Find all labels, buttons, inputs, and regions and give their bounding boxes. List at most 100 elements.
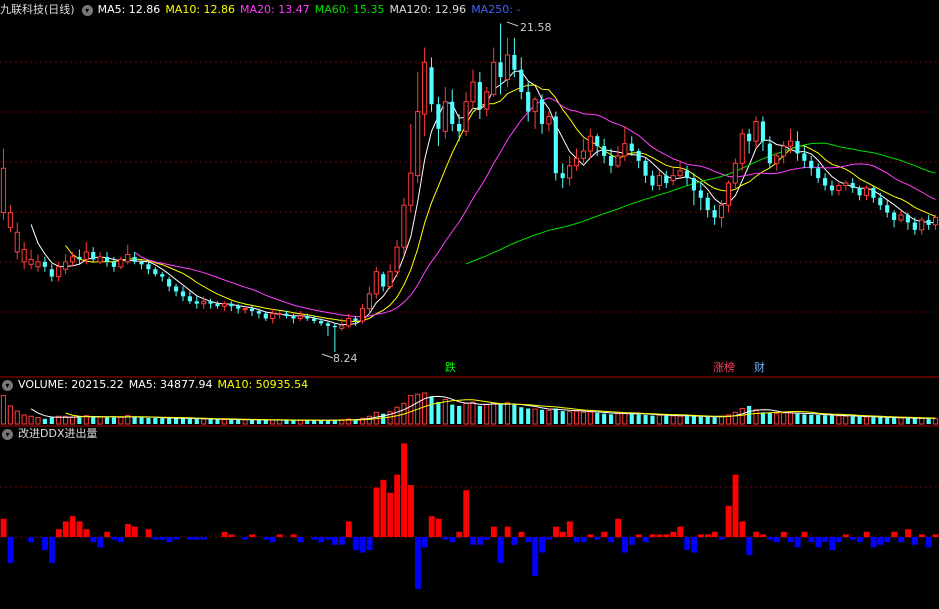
ddx-bar-negative	[829, 537, 836, 550]
volume-bar-down	[173, 418, 179, 424]
volume-bar-up	[787, 411, 794, 425]
volume-ma5-label: MA5: 34877.94	[128, 378, 213, 391]
ddx-bar-negative	[414, 537, 421, 589]
marker-fall[interactable]: 跌	[443, 361, 458, 375]
volume-bar-down	[153, 418, 158, 424]
candle-down	[650, 175, 655, 186]
volume-bar-up	[836, 415, 842, 425]
volume-bar-up	[28, 415, 34, 425]
volume-bar-down	[705, 417, 710, 424]
volume-bar-up	[484, 404, 490, 425]
candle-up	[97, 256, 103, 263]
candle-down	[139, 261, 144, 265]
candle-down	[263, 313, 268, 319]
ddx-bar-positive	[221, 531, 228, 537]
candle-down	[104, 256, 110, 262]
candle-down	[173, 286, 179, 292]
candle-up	[787, 140, 794, 147]
ddx-bar-positive	[408, 485, 414, 537]
candle-down	[194, 301, 199, 304]
marker-gain-list[interactable]: 涨榜	[711, 361, 737, 375]
ddx-bar-positive	[518, 531, 525, 537]
volume-bar-down	[684, 416, 690, 424]
ddx-bar-positive	[843, 534, 849, 537]
volume-bar-up	[422, 392, 428, 425]
volume-settings-icon[interactable]: ▾	[2, 379, 13, 391]
ddx-bar-negative	[42, 537, 48, 550]
candles	[0, 23, 939, 352]
candle-up	[35, 261, 41, 268]
volume-bar-up	[504, 402, 511, 425]
ddx-bar-positive	[918, 534, 925, 537]
volume-bar-down	[905, 418, 911, 424]
volume-bar-down	[850, 416, 855, 424]
candle-down	[332, 325, 337, 328]
candle-down	[132, 256, 137, 262]
candle-up	[270, 313, 276, 320]
candle-up	[718, 204, 725, 219]
ddx-bar-negative	[794, 537, 801, 548]
ddx-bar-positive	[249, 534, 256, 537]
ddx-indicator-bar: ▾ 改进DDX进出量	[0, 426, 102, 442]
candle-down	[187, 296, 192, 302]
ddx-bar-positive	[732, 474, 739, 537]
ddx-bar-positive	[553, 526, 559, 537]
candle-down	[553, 116, 558, 174]
candle-up	[0, 167, 7, 214]
volume-bar-up	[587, 411, 593, 425]
volume-bar-down	[132, 416, 137, 424]
candle-up	[898, 214, 904, 221]
ddx-bar-negative	[118, 537, 124, 543]
candle-down	[146, 264, 151, 270]
candle-up	[546, 116, 552, 125]
ddx-bar-positive	[601, 531, 608, 537]
candle-down	[111, 261, 116, 267]
candle-up	[567, 165, 573, 179]
volume-bar-down	[167, 417, 172, 424]
ddx-bar-positive	[104, 531, 111, 537]
ddx-bar-positive	[704, 534, 711, 537]
volume-bar-down	[256, 420, 261, 424]
candle-down	[381, 274, 386, 287]
low-pointer	[321, 353, 334, 359]
ddx-settings-icon[interactable]: ▾	[2, 428, 13, 440]
stock-chart[interactable]: 21.58 8.24	[0, 0, 939, 609]
candle-up	[69, 256, 76, 263]
candle-down	[160, 274, 165, 277]
ddx-bar-positive	[373, 487, 380, 537]
candle-up	[63, 261, 69, 270]
ddx-bar-positive	[677, 526, 684, 537]
candle-up	[408, 172, 414, 206]
ddx-bar-positive	[456, 531, 463, 537]
ddx-bar-negative	[822, 537, 829, 543]
ddx-bar-positive	[435, 518, 442, 537]
ddx-bar-negative	[877, 537, 884, 545]
volume-bar-down	[892, 417, 897, 424]
ddx-bar-negative	[767, 537, 773, 540]
volume-indicator-bar: ▾ VOLUME: 20215.22 MA5: 34877.94 MA10: 5093…	[0, 377, 313, 393]
candle-down	[892, 212, 897, 220]
candle-up	[401, 204, 407, 248]
candle-down	[353, 318, 358, 321]
ddx-bar-negative	[815, 537, 822, 548]
ddx-bar-negative	[532, 537, 539, 576]
ddx-bar-negative	[849, 537, 856, 540]
candle-down	[325, 323, 331, 326]
candle-up	[7, 212, 13, 228]
ddx-bar-negative	[318, 537, 325, 543]
volume-bar-up	[97, 416, 103, 425]
marker-finance[interactable]: 财	[752, 361, 767, 375]
candle-down	[526, 91, 531, 112]
candle-down	[816, 168, 821, 179]
candle-up	[373, 271, 379, 295]
volume-bar-down	[857, 416, 862, 424]
settings-circle-icon[interactable]: ▾	[81, 4, 93, 16]
candle-down	[49, 269, 54, 277]
volume-bar-down	[636, 414, 641, 424]
ddx-bar-negative	[449, 537, 456, 543]
ddx-bar-negative	[269, 537, 276, 543]
volume-bar-down	[318, 420, 324, 424]
ma20-line	[134, 97, 936, 318]
candle-up	[242, 308, 248, 311]
candle-down	[664, 175, 669, 184]
